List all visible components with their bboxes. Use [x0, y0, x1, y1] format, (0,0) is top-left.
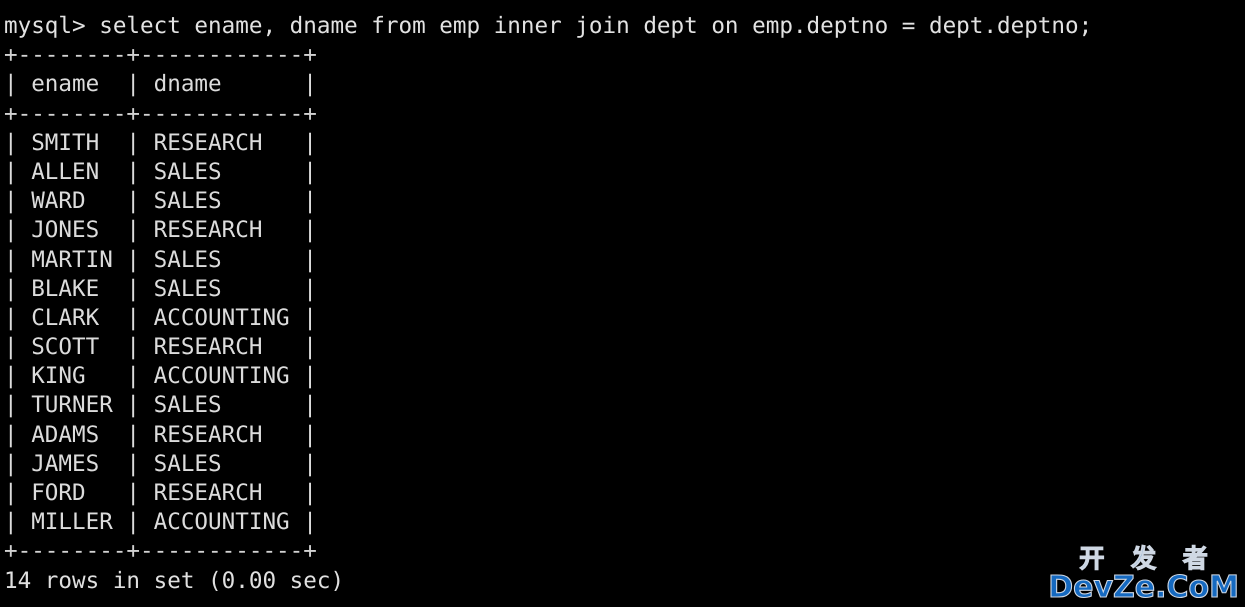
mysql-prompt-command-line: mysql> select ename, dname from emp inne…	[4, 13, 1093, 39]
table-row: | JONES | RESEARCH |	[4, 217, 317, 244]
table-row: | SCOTT | RESEARCH |	[4, 334, 317, 361]
result-status-line: 14 rows in set (0.00 sec)	[4, 567, 345, 594]
table-row: | SMITH | RESEARCH |	[4, 129, 317, 156]
table-row: | ALLEN | SALES |	[4, 158, 317, 185]
table-row: | FORD | RESEARCH |	[4, 480, 317, 506]
table-row: | KING | ACCOUNTING |	[4, 363, 317, 390]
table-row: | MILLER | ACCOUNTING |	[4, 509, 317, 536]
table-row: | MARTIN | SALES |	[4, 246, 317, 273]
result-table-header-rule: +--------+------------+	[4, 100, 317, 127]
table-row: | JAMES | SALES |	[4, 450, 317, 477]
table-row: | TURNER | SALES |	[4, 392, 317, 419]
table-row: | BLAKE | SALES |	[4, 275, 317, 302]
table-row: | WARD | SALES |	[4, 188, 317, 215]
result-table-bottom-rule: +--------+------------+	[4, 538, 317, 565]
terminal-window[interactable]: mysql> select ename, dname from emp inne…	[0, 0, 1245, 607]
result-table-top-rule: +--------+------------+	[4, 42, 317, 69]
table-row: | CLARK | ACCOUNTING |	[4, 304, 317, 331]
table-row: | ADAMS | RESEARCH |	[4, 421, 317, 448]
result-table-header-row: | ename | dname |	[4, 71, 317, 98]
